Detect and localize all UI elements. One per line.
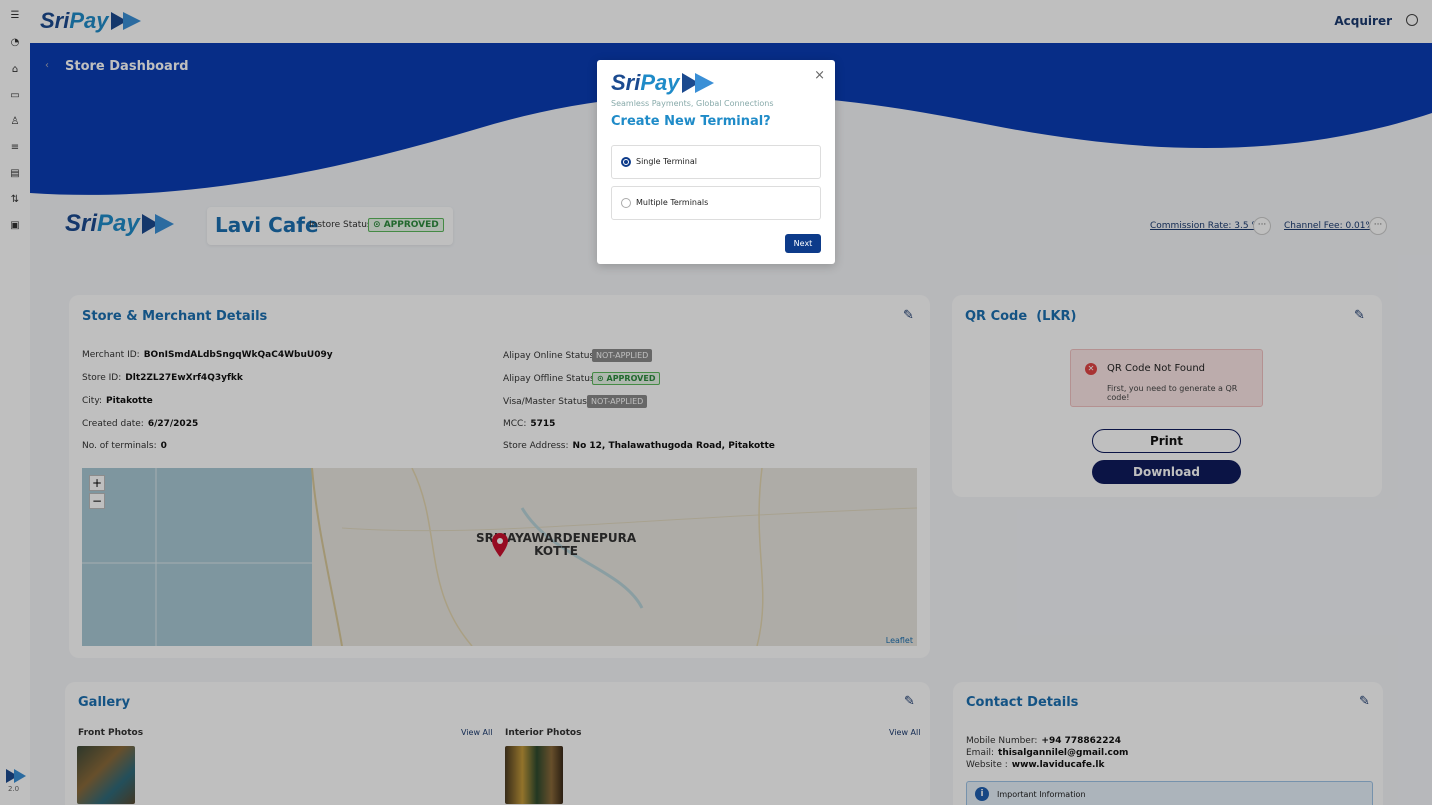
modal-tagline: Seamless Payments, Global Connections — [611, 99, 774, 108]
create-terminal-modal: × SriPay Seamless Payments, Global Conne… — [597, 60, 835, 264]
option-single-terminal[interactable]: Single Terminal — [611, 145, 821, 179]
radio-single[interactable] — [621, 157, 631, 167]
app-root: ☰ ◔ ⌂ ▭ ♙ ≡ ▤ ⇅ ▣ 2.0 SriPay Acquirer ‹ … — [0, 0, 1432, 805]
modal-logo-sri: Sri — [611, 70, 641, 95]
option-single-label: Single Terminal — [636, 157, 697, 166]
next-button[interactable]: Next — [785, 234, 821, 253]
modal-logo-arrow-icon — [681, 73, 714, 93]
close-icon[interactable]: × — [814, 68, 825, 83]
modal-title: Create New Terminal? — [611, 114, 771, 129]
option-multiple-label: Multiple Terminals — [636, 198, 709, 207]
modal-logo-pay: Pay — [640, 70, 680, 95]
radio-multiple[interactable] — [621, 198, 631, 208]
option-multiple-terminals[interactable]: Multiple Terminals — [611, 186, 821, 220]
modal-logo: SriPay — [611, 70, 716, 96]
